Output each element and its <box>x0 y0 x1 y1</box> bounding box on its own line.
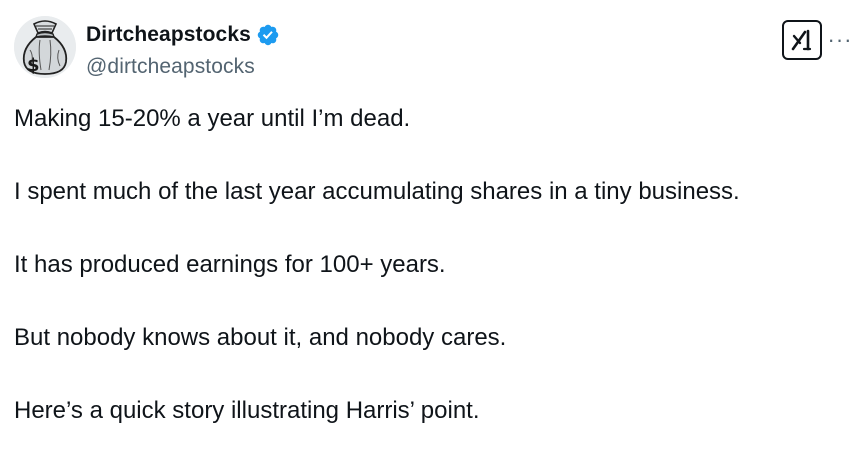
tweet-paragraph: It has produced earnings for 100+ years. <box>14 251 446 278</box>
tweet-header: $ Dirtcheapstocks @dirtcheapstocks ··· <box>14 16 854 84</box>
grok-button[interactable] <box>782 20 822 60</box>
author-names: Dirtcheapstocks @dirtcheapstocks <box>86 22 280 79</box>
money-bag-icon: $ <box>14 16 76 78</box>
svg-text:$: $ <box>27 55 40 76</box>
grok-icon <box>791 29 812 51</box>
more-options-button[interactable]: ··· <box>826 26 854 54</box>
tweet-paragraph: But nobody knows about it, and nobody ca… <box>14 324 507 351</box>
display-name-row: Dirtcheapstocks <box>86 22 280 48</box>
display-name[interactable]: Dirtcheapstocks <box>86 23 251 47</box>
author-handle[interactable]: @dirtcheapstocks <box>86 55 280 79</box>
tweet: $ Dirtcheapstocks @dirtcheapstocks ··· M… <box>0 0 864 442</box>
verified-badge-icon <box>256 23 280 47</box>
tweet-paragraph: I spent much of the last year accumulati… <box>14 178 740 205</box>
tweet-paragraph: Making 15-20% a year until I’m dead. <box>14 105 411 132</box>
tweet-text: Making 15-20% a year until I’m dead. I s… <box>14 104 854 469</box>
avatar[interactable]: $ <box>14 16 76 78</box>
tweet-paragraph: Here’s a quick story illustrating Harris… <box>14 397 480 424</box>
